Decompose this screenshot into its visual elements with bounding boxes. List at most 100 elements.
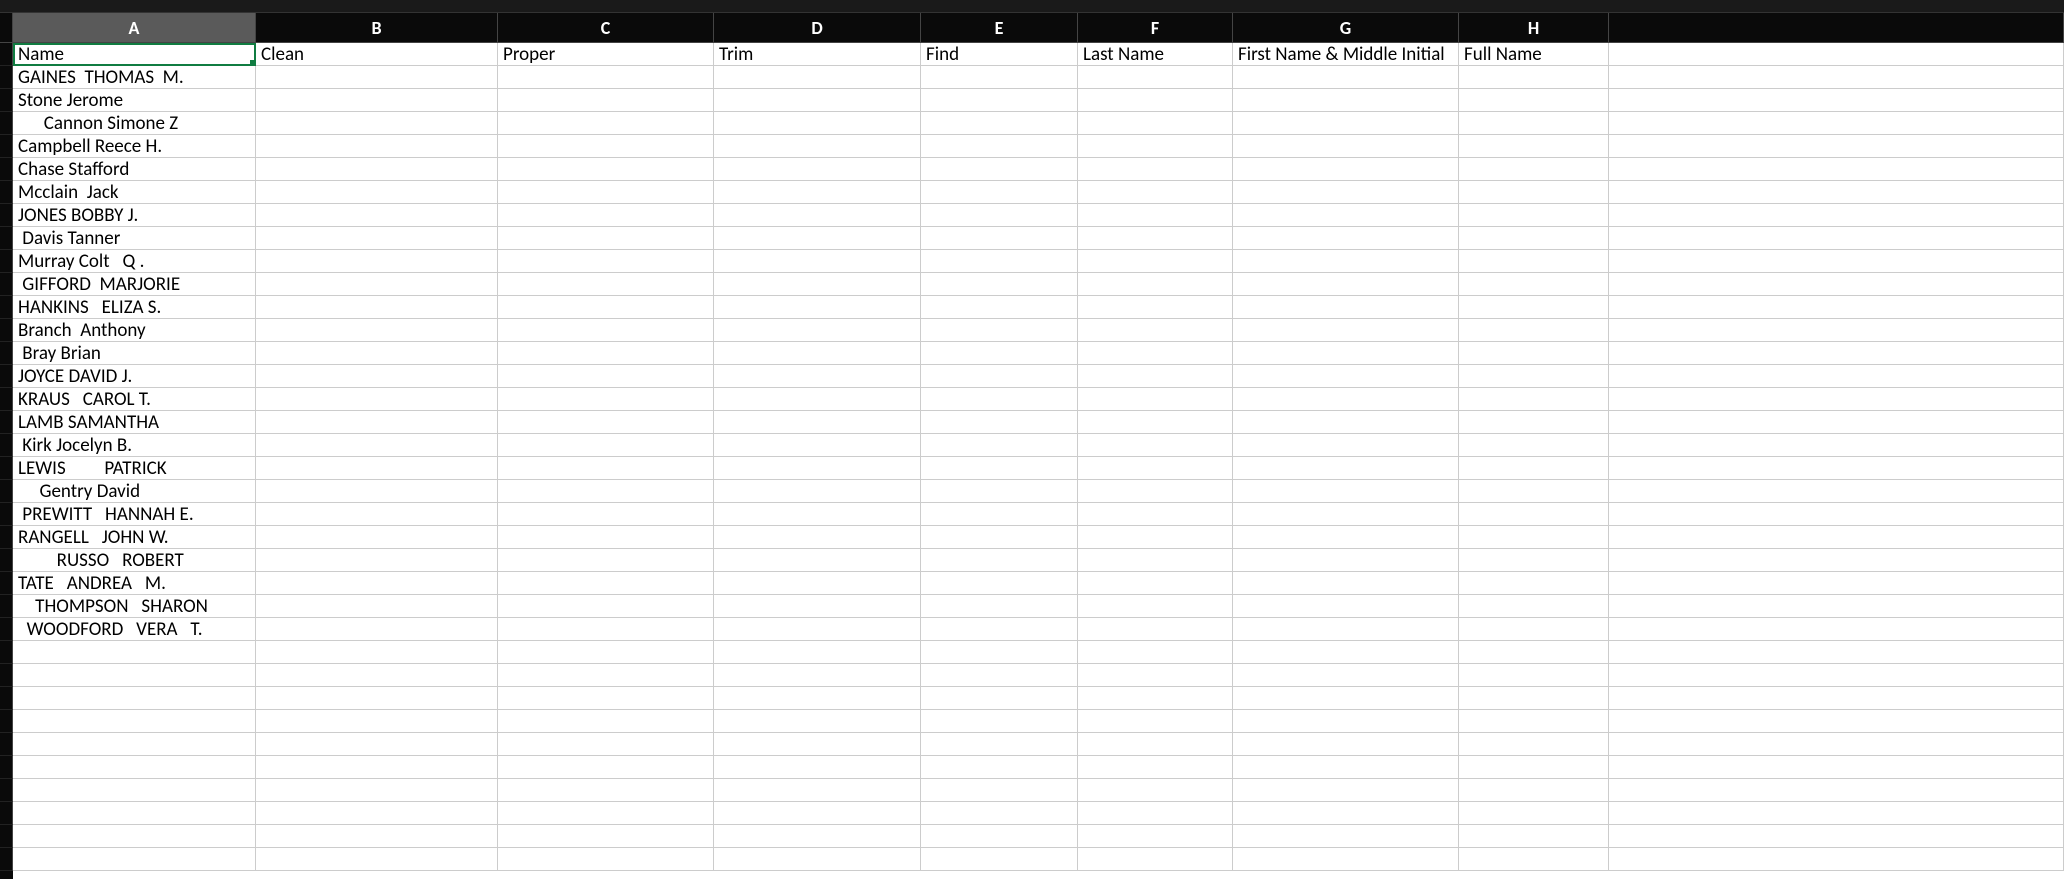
- cell-H[interactable]: [1459, 549, 1609, 572]
- cell-B[interactable]: [256, 618, 498, 641]
- cell-A[interactable]: Murray Colt Q .: [13, 250, 256, 273]
- cell-A[interactable]: [13, 825, 256, 848]
- cell-A[interactable]: [13, 641, 256, 664]
- cell-C[interactable]: [498, 66, 714, 89]
- cell-F[interactable]: [1078, 319, 1233, 342]
- cell-A[interactable]: PREWITT HANNAH E.: [13, 503, 256, 526]
- row-header[interactable]: [0, 526, 13, 549]
- cell-H[interactable]: [1459, 572, 1609, 595]
- cell-G[interactable]: [1233, 687, 1459, 710]
- cell-E[interactable]: [921, 733, 1078, 756]
- column-header-G[interactable]: G: [1233, 13, 1459, 43]
- row-header[interactable]: [0, 756, 13, 779]
- cell-extra[interactable]: [1609, 641, 2064, 664]
- cell-F[interactable]: [1078, 687, 1233, 710]
- cell-C[interactable]: [498, 572, 714, 595]
- cell-C[interactable]: [498, 434, 714, 457]
- cell-C[interactable]: [498, 296, 714, 319]
- cell-extra[interactable]: [1609, 43, 2064, 66]
- cell-E[interactable]: [921, 319, 1078, 342]
- cell-G[interactable]: [1233, 411, 1459, 434]
- cell-F[interactable]: [1078, 595, 1233, 618]
- cell-F[interactable]: [1078, 710, 1233, 733]
- cell-F[interactable]: [1078, 457, 1233, 480]
- cell-extra[interactable]: [1609, 848, 2064, 871]
- cell-C[interactable]: [498, 204, 714, 227]
- cell-H[interactable]: [1459, 319, 1609, 342]
- cell-E[interactable]: [921, 618, 1078, 641]
- cell-F[interactable]: [1078, 664, 1233, 687]
- cell-A[interactable]: Mcclain Jack: [13, 181, 256, 204]
- cell-H[interactable]: [1459, 848, 1609, 871]
- cell-extra[interactable]: [1609, 572, 2064, 595]
- cell-C[interactable]: [498, 319, 714, 342]
- cell-D[interactable]: [714, 342, 921, 365]
- cell-F[interactable]: [1078, 411, 1233, 434]
- cell-B[interactable]: [256, 342, 498, 365]
- cell-extra[interactable]: [1609, 227, 2064, 250]
- cell-A[interactable]: GAINES THOMAS M.: [13, 66, 256, 89]
- cell-A[interactable]: [13, 710, 256, 733]
- cell-H[interactable]: [1459, 158, 1609, 181]
- cell-extra[interactable]: [1609, 342, 2064, 365]
- cell-E[interactable]: [921, 848, 1078, 871]
- cell-F[interactable]: [1078, 273, 1233, 296]
- cell-E[interactable]: [921, 66, 1078, 89]
- cell-extra[interactable]: [1609, 273, 2064, 296]
- cell-D[interactable]: [714, 848, 921, 871]
- cell-H[interactable]: [1459, 388, 1609, 411]
- cell-C[interactable]: [498, 595, 714, 618]
- cell-B[interactable]: [256, 687, 498, 710]
- cell-H[interactable]: [1459, 457, 1609, 480]
- cell-D[interactable]: [714, 365, 921, 388]
- row-header[interactable]: [0, 641, 13, 664]
- cell-E[interactable]: [921, 480, 1078, 503]
- cell-F[interactable]: [1078, 733, 1233, 756]
- row-header[interactable]: [0, 733, 13, 756]
- cell-H[interactable]: [1459, 733, 1609, 756]
- cell-F[interactable]: [1078, 112, 1233, 135]
- cell-G[interactable]: [1233, 526, 1459, 549]
- cell-F[interactable]: [1078, 572, 1233, 595]
- cell-B[interactable]: [256, 848, 498, 871]
- cell-G[interactable]: [1233, 641, 1459, 664]
- cell-H[interactable]: [1459, 595, 1609, 618]
- cell-F[interactable]: [1078, 66, 1233, 89]
- cell-D[interactable]: [714, 756, 921, 779]
- cell-B[interactable]: [256, 411, 498, 434]
- row-header[interactable]: [0, 158, 13, 181]
- cell-F[interactable]: [1078, 480, 1233, 503]
- cell-extra[interactable]: [1609, 503, 2064, 526]
- cell-H[interactable]: [1459, 641, 1609, 664]
- cell-extra[interactable]: [1609, 112, 2064, 135]
- cell-B[interactable]: [256, 756, 498, 779]
- cell-H[interactable]: [1459, 618, 1609, 641]
- cell-extra[interactable]: [1609, 135, 2064, 158]
- cell-F[interactable]: [1078, 342, 1233, 365]
- cell-E[interactable]: [921, 89, 1078, 112]
- cell-G[interactable]: [1233, 549, 1459, 572]
- cell-C[interactable]: [498, 388, 714, 411]
- cell-B[interactable]: [256, 204, 498, 227]
- cell-extra[interactable]: [1609, 181, 2064, 204]
- cell-E[interactable]: [921, 595, 1078, 618]
- cell-extra[interactable]: [1609, 319, 2064, 342]
- cell-B[interactable]: [256, 480, 498, 503]
- cell-C[interactable]: [498, 273, 714, 296]
- cell-G[interactable]: [1233, 802, 1459, 825]
- cell-D[interactable]: [714, 802, 921, 825]
- column-header-H[interactable]: H: [1459, 13, 1609, 43]
- row-header[interactable]: [0, 181, 13, 204]
- cell-extra[interactable]: [1609, 66, 2064, 89]
- cell-C[interactable]: [498, 802, 714, 825]
- cell-G[interactable]: [1233, 756, 1459, 779]
- cell-E[interactable]: [921, 296, 1078, 319]
- cell-G[interactable]: [1233, 158, 1459, 181]
- cell-G[interactable]: [1233, 227, 1459, 250]
- cell-H[interactable]: [1459, 273, 1609, 296]
- cell-E[interactable]: [921, 342, 1078, 365]
- cell-E[interactable]: [921, 204, 1078, 227]
- cell-G[interactable]: [1233, 572, 1459, 595]
- cell-D[interactable]: [714, 503, 921, 526]
- cell-A[interactable]: [13, 756, 256, 779]
